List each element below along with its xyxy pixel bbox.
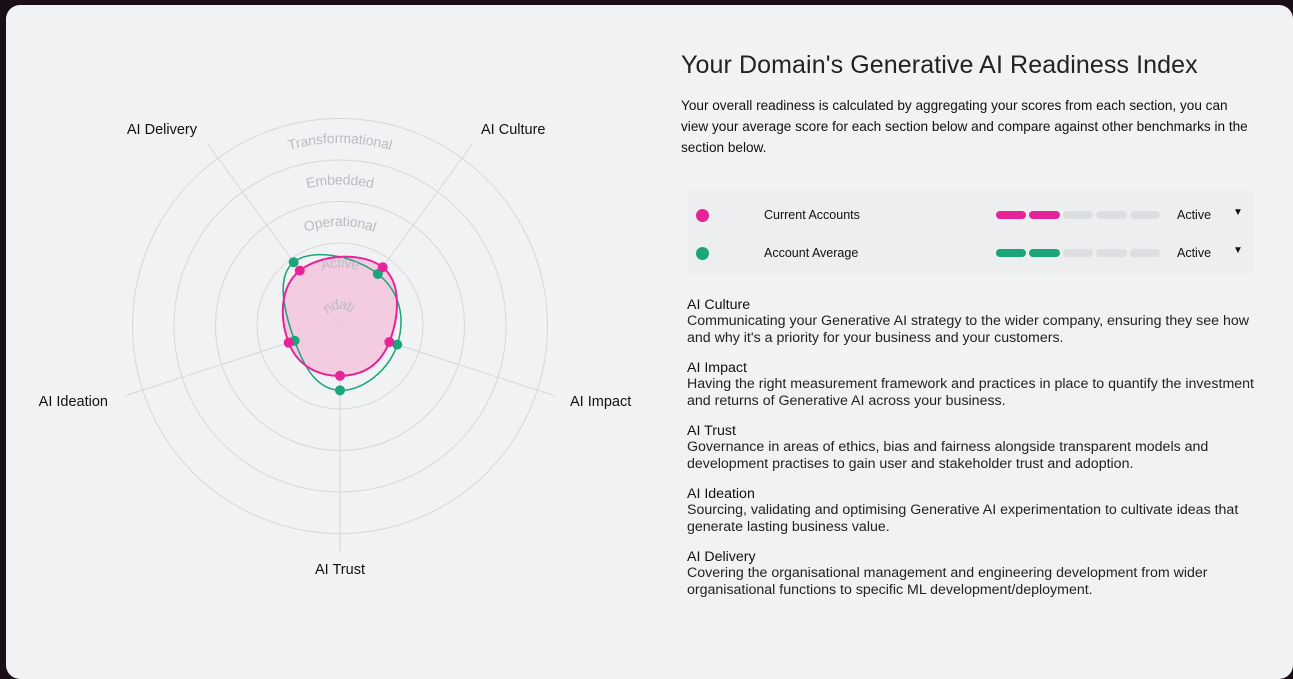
- section-ai-culture: AI Culture Communicating your Generative…: [687, 297, 1262, 347]
- legend-level[interactable]: Active: [1177, 246, 1211, 260]
- score-segment: [1129, 211, 1161, 219]
- score-segment: [1096, 211, 1127, 219]
- legend: Current Accounts Active ▼ Account Averag…: [687, 190, 1254, 274]
- score-segment: [1029, 249, 1060, 257]
- ring-level-label: Embedded: [305, 171, 376, 191]
- intro-text: Your overall readiness is calculated by …: [681, 98, 1248, 155]
- average-dot-icon: [696, 247, 709, 260]
- current-point: [377, 262, 388, 273]
- current-dot-icon: [696, 209, 709, 222]
- section-text: Having the right measurement framework a…: [687, 376, 1254, 409]
- current-score-bar: [996, 211, 1161, 219]
- current-point: [384, 337, 395, 348]
- legend-name: Account Average: [764, 246, 859, 260]
- score-segment: [1029, 211, 1060, 219]
- section-title: AI Delivery: [687, 549, 756, 565]
- legend-name: Current Accounts: [764, 208, 860, 222]
- score-segment: [996, 249, 1027, 257]
- page-title: Your Domain's Generative AI Readiness In…: [681, 51, 1198, 79]
- axis-label: AI Trust: [315, 562, 365, 578]
- section-title: AI Trust: [687, 423, 736, 439]
- axis-label: AI Impact: [570, 394, 631, 410]
- current-point: [294, 265, 305, 276]
- ring-level-label: Active: [319, 254, 361, 273]
- section-title: AI Culture: [687, 297, 751, 313]
- current-point: [283, 337, 294, 348]
- section-text: Sourcing, validating and optimising Gene…: [687, 502, 1239, 535]
- legend-row-average: Account Average Active ▼: [687, 234, 1254, 272]
- axis-label: AI Ideation: [39, 394, 108, 410]
- current-point: [335, 370, 345, 381]
- score-segment: [1062, 249, 1094, 257]
- section-text: Governance in areas of ethics, bias and …: [687, 439, 1209, 472]
- section-ai-ideation: AI Ideation Sourcing, validating and opt…: [687, 486, 1262, 536]
- section-text: Communicating your Generative AI strateg…: [687, 313, 1250, 346]
- radar-chart: FoundationalActiveOperationalEmbeddedTra…: [6, 5, 631, 578]
- average-score-bar: [996, 249, 1161, 257]
- section-text: Covering the organisational management a…: [687, 565, 1208, 598]
- axis-label: AI Delivery: [127, 122, 198, 138]
- section-title: AI Ideation: [687, 486, 755, 502]
- caret-down-icon[interactable]: ▼: [1233, 207, 1243, 218]
- axis-label: AI Culture: [481, 122, 545, 138]
- section-ai-trust: AI Trust Governance in areas of ethics, …: [687, 423, 1262, 473]
- section-ai-delivery: AI Delivery Covering the organisational …: [687, 549, 1262, 599]
- section-ai-impact: AI Impact Having the right measurement f…: [687, 360, 1262, 410]
- caret-down-icon[interactable]: ▼: [1233, 245, 1243, 256]
- legend-level[interactable]: Active: [1177, 208, 1211, 222]
- ring-level-label: Operational: [302, 213, 379, 235]
- score-segment: [996, 211, 1027, 219]
- score-segment: [1096, 249, 1127, 257]
- score-segment: [1062, 211, 1094, 219]
- section-title: AI Impact: [687, 360, 747, 376]
- section-descriptions: AI Culture Communicating your Generative…: [687, 297, 1262, 612]
- average-point: [335, 385, 345, 396]
- legend-row-current: Current Accounts Active ▼: [687, 196, 1254, 234]
- ring-level-label: Transformational: [286, 130, 394, 153]
- readiness-card: FoundationalActiveOperationalEmbeddedTra…: [6, 5, 1293, 679]
- score-segment: [1129, 249, 1161, 257]
- average-point: [288, 257, 299, 268]
